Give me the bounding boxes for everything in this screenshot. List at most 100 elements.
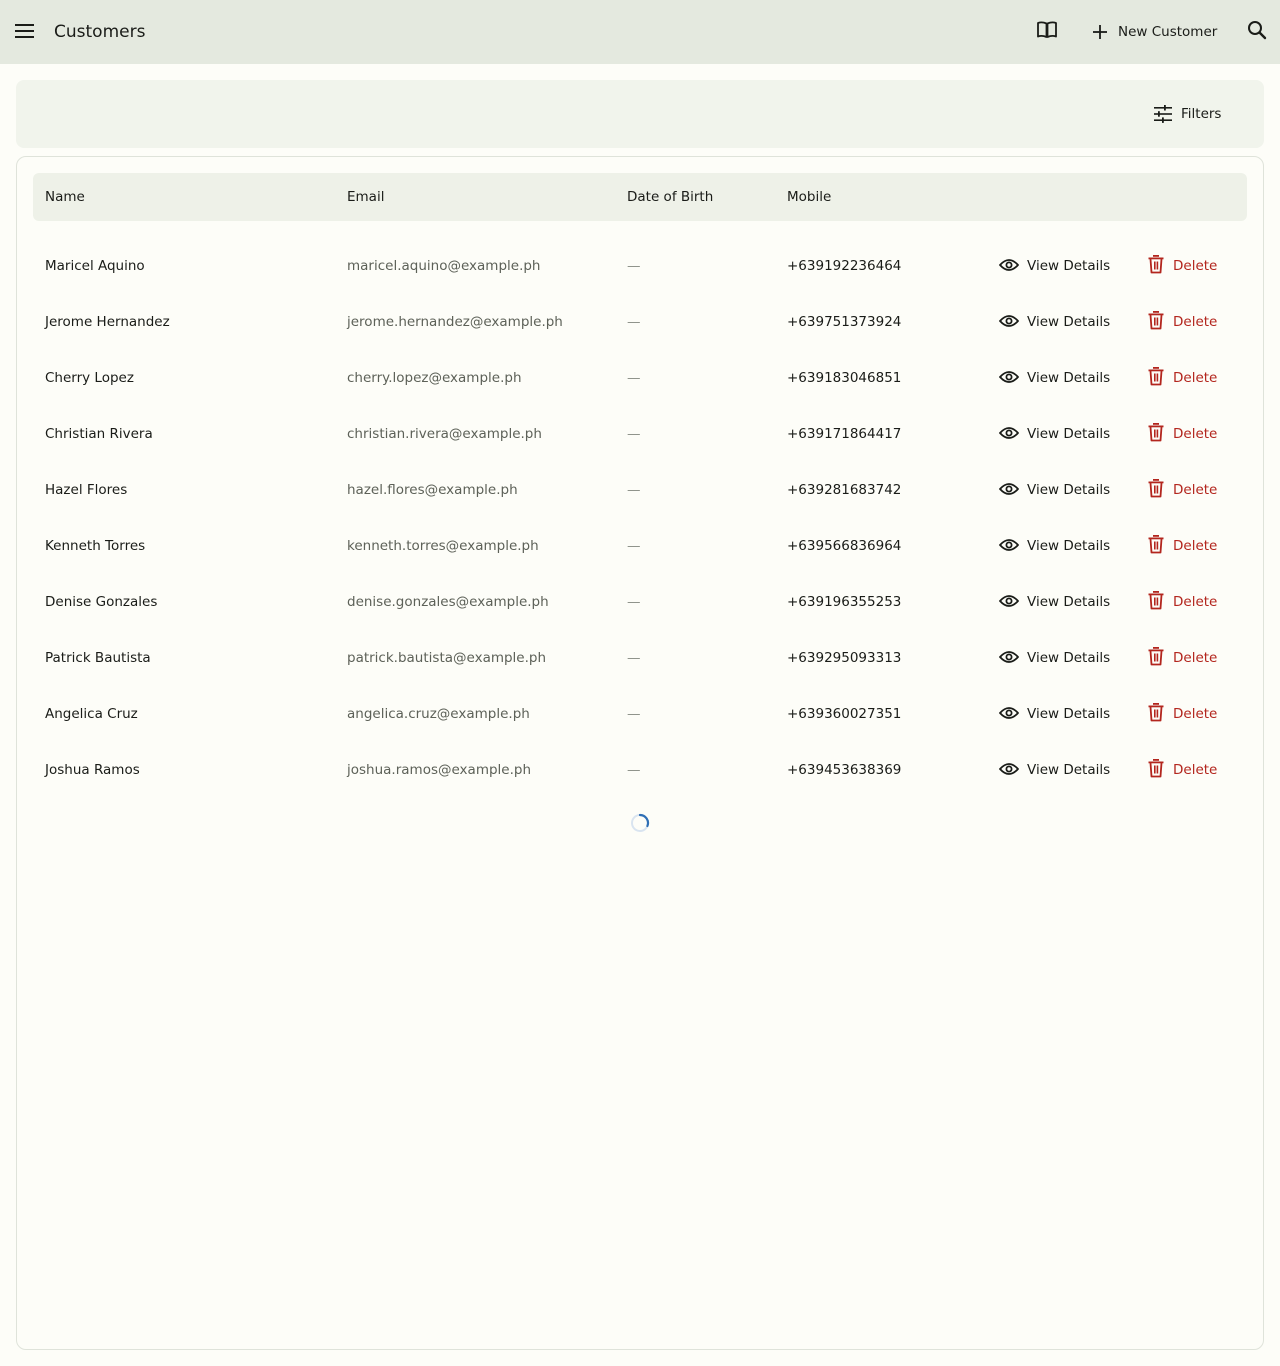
eye-icon xyxy=(999,369,1019,388)
view-details-label: View Details xyxy=(1027,426,1111,442)
menu-button[interactable] xyxy=(10,17,40,47)
customer-name: Maricel Aquino xyxy=(45,258,145,274)
table-row: Patrick Bautista patrick.bautista@exampl… xyxy=(33,630,1247,686)
trash-icon xyxy=(1147,758,1165,782)
delete-label: Delete xyxy=(1173,650,1218,666)
new-customer-button[interactable]: New Customer xyxy=(1088,16,1224,48)
customer-name: Hazel Flores xyxy=(45,482,128,498)
delete-label: Delete xyxy=(1173,314,1218,330)
view-details-label: View Details xyxy=(1027,594,1111,610)
delete-button[interactable]: Delete xyxy=(1147,364,1227,392)
view-details-label: View Details xyxy=(1027,370,1111,386)
table-row: Angelica Cruz angelica.cruz@example.ph —… xyxy=(33,686,1247,742)
eye-icon xyxy=(999,425,1019,444)
view-details-button[interactable]: View Details xyxy=(999,476,1115,504)
eye-icon xyxy=(999,481,1019,500)
new-customer-label: New Customer xyxy=(1118,24,1218,40)
table-row: Jerome Hernandez jerome.hernandez@exampl… xyxy=(33,294,1247,350)
table-row: Cherry Lopez cherry.lopez@example.ph — +… xyxy=(33,350,1247,406)
eye-icon xyxy=(999,257,1019,276)
delete-button[interactable]: Delete xyxy=(1147,476,1227,504)
column-header-email[interactable]: Email xyxy=(347,188,384,206)
delete-label: Delete xyxy=(1173,258,1218,274)
delete-button[interactable]: Delete xyxy=(1147,252,1227,280)
view-details-button[interactable]: View Details xyxy=(999,308,1115,336)
customer-dob: — xyxy=(627,258,641,274)
customer-email: cherry.lopez@example.ph xyxy=(347,370,522,386)
customer-mobile: +639196355253 xyxy=(787,594,902,610)
view-details-button[interactable]: View Details xyxy=(999,700,1115,728)
table-row: Joshua Ramos joshua.ramos@example.ph — +… xyxy=(33,742,1247,798)
customer-email: denise.gonzales@example.ph xyxy=(347,594,549,610)
table-row: Christian Rivera christian.rivera@exampl… xyxy=(33,406,1247,462)
customer-dob: — xyxy=(627,482,641,498)
customer-email: jerome.hernandez@example.ph xyxy=(347,314,563,330)
filters-label: Filters xyxy=(1181,106,1222,122)
trash-icon xyxy=(1147,534,1165,558)
customer-dob: — xyxy=(627,650,641,666)
customer-mobile: +639183046851 xyxy=(787,370,902,386)
customer-dob: — xyxy=(627,314,641,330)
trash-icon xyxy=(1147,646,1165,670)
column-header-name[interactable]: Name xyxy=(45,188,85,206)
customer-dob: — xyxy=(627,426,641,442)
trash-icon xyxy=(1147,310,1165,334)
table-header: Name Email Date of Birth Mobile xyxy=(33,173,1247,221)
eye-icon xyxy=(999,593,1019,612)
eye-icon xyxy=(999,649,1019,668)
view-details-button[interactable]: View Details xyxy=(999,420,1115,448)
page-title: Customers xyxy=(54,22,146,42)
delete-label: Delete xyxy=(1173,762,1218,778)
view-details-label: View Details xyxy=(1027,258,1111,274)
view-details-label: View Details xyxy=(1027,482,1111,498)
customer-email: patrick.bautista@example.ph xyxy=(347,650,547,666)
book-icon xyxy=(1036,20,1058,44)
view-details-button[interactable]: View Details xyxy=(999,364,1115,392)
filters-button[interactable]: Filters xyxy=(1152,100,1232,128)
delete-button[interactable]: Delete xyxy=(1147,420,1227,448)
eye-icon xyxy=(999,705,1019,724)
column-header-dob[interactable]: Date of Birth xyxy=(627,188,713,206)
column-header-mobile[interactable]: Mobile xyxy=(787,188,831,206)
loading-spinner xyxy=(630,813,650,833)
view-details-button[interactable]: View Details xyxy=(999,756,1115,784)
docs-button[interactable] xyxy=(1033,18,1061,46)
delete-label: Delete xyxy=(1173,538,1218,554)
view-details-button[interactable]: View Details xyxy=(999,532,1115,560)
view-details-button[interactable]: View Details xyxy=(999,644,1115,672)
customer-dob: — xyxy=(627,370,641,386)
delete-button[interactable]: Delete xyxy=(1147,308,1227,336)
customer-dob: — xyxy=(627,594,641,610)
delete-button[interactable]: Delete xyxy=(1147,700,1227,728)
trash-icon xyxy=(1147,422,1165,446)
delete-label: Delete xyxy=(1173,370,1218,386)
customer-name: Angelica Cruz xyxy=(45,706,138,722)
view-details-label: View Details xyxy=(1027,762,1111,778)
trash-icon xyxy=(1147,478,1165,502)
view-details-button[interactable]: View Details xyxy=(999,252,1115,280)
delete-button[interactable]: Delete xyxy=(1147,756,1227,784)
view-details-label: View Details xyxy=(1027,538,1111,554)
trash-icon xyxy=(1147,254,1165,278)
eye-icon xyxy=(999,761,1019,780)
customer-name: Cherry Lopez xyxy=(45,370,134,386)
table-row: Denise Gonzales denise.gonzales@example.… xyxy=(33,574,1247,630)
customer-name: Denise Gonzales xyxy=(45,594,158,610)
trash-icon xyxy=(1147,590,1165,614)
search-button[interactable] xyxy=(1243,18,1271,46)
table-row: Maricel Aquino maricel.aquino@example.ph… xyxy=(33,238,1247,294)
customer-mobile: +639453638369 xyxy=(787,762,902,778)
customer-email: angelica.cruz@example.ph xyxy=(347,706,530,722)
delete-button[interactable]: Delete xyxy=(1147,588,1227,616)
trash-icon xyxy=(1147,366,1165,390)
customer-name: Patrick Bautista xyxy=(45,650,151,666)
table-row: Hazel Flores hazel.flores@example.ph — +… xyxy=(33,462,1247,518)
customer-mobile: +639281683742 xyxy=(787,482,902,498)
tune-icon xyxy=(1152,103,1174,125)
view-details-button[interactable]: View Details xyxy=(999,588,1115,616)
view-details-label: View Details xyxy=(1027,650,1111,666)
delete-button[interactable]: Delete xyxy=(1147,532,1227,560)
delete-button[interactable]: Delete xyxy=(1147,644,1227,672)
app-bar: Customers New Customer xyxy=(0,0,1280,64)
customer-email: maricel.aquino@example.ph xyxy=(347,258,541,274)
